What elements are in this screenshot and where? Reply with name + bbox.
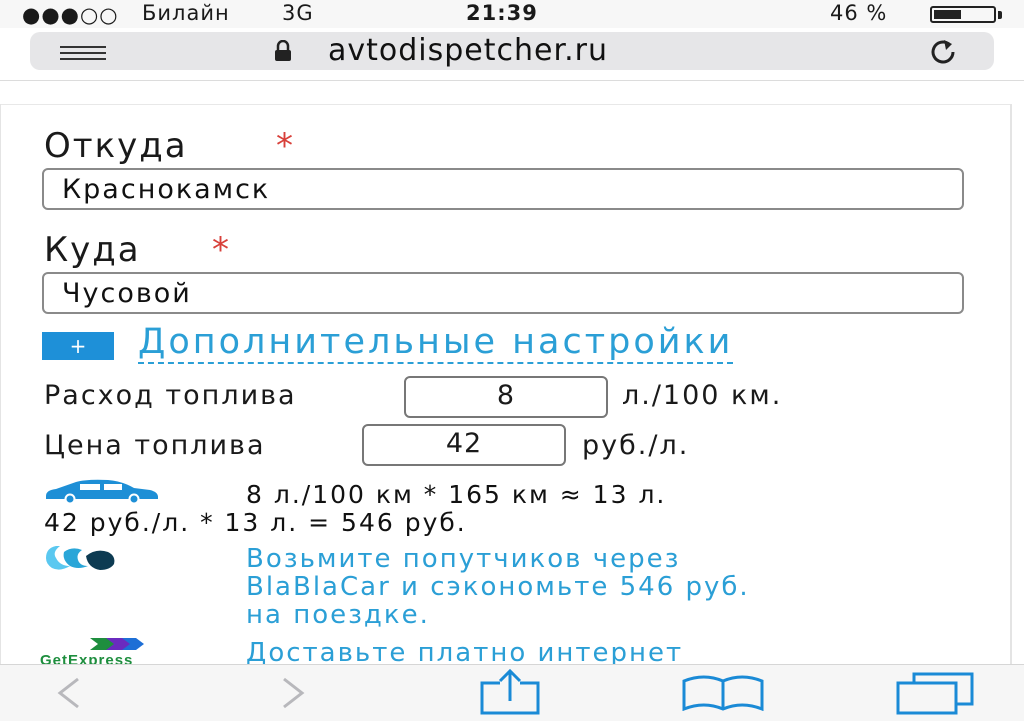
content-left-border xyxy=(0,104,1,664)
getexpress-arrows-icon xyxy=(90,638,144,650)
network-type: 3G xyxy=(282,1,314,25)
battery-tip xyxy=(998,11,1002,19)
blablacar-link-line-1[interactable]: Возьмите попутчиков через xyxy=(246,544,680,574)
signal-strength: ●●●○○ xyxy=(22,3,119,27)
fuel-price-unit: руб./л. xyxy=(582,430,690,461)
tabs-icon[interactable] xyxy=(894,671,976,715)
fuel-consumption-unit: л./100 км. xyxy=(622,380,783,411)
from-required-mark: * xyxy=(276,126,293,166)
battery-level xyxy=(934,10,961,19)
bookmarks-icon[interactable] xyxy=(680,675,766,711)
fuel-price-label: Цена топлива xyxy=(44,430,266,461)
content-top-border xyxy=(0,104,1012,105)
blablacar-icon xyxy=(46,546,115,570)
from-label: Откуда xyxy=(44,126,188,166)
reload-icon[interactable] xyxy=(926,38,960,66)
to-required-mark: * xyxy=(212,230,229,270)
url-text[interactable]: avtodispetcher.ru xyxy=(328,33,608,68)
fuel-consumption-label: Расход топлива xyxy=(44,380,297,411)
blablacar-link-line-2[interactable]: BlaBlaCar и сэкономьте 546 руб. xyxy=(246,572,750,602)
forward-icon[interactable] xyxy=(276,673,310,713)
address-bar[interactable]: avtodispetcher.ru xyxy=(30,32,994,70)
from-input[interactable]: Краснокамск xyxy=(42,168,964,210)
fuel-price-input[interactable]: 42 xyxy=(362,424,566,466)
getexpress-logo: GetExpress xyxy=(40,634,200,669)
to-label: Куда xyxy=(44,230,141,270)
advanced-settings-toggle-button[interactable]: + xyxy=(42,332,114,360)
back-icon[interactable] xyxy=(52,673,86,713)
battery-icon xyxy=(930,6,996,23)
calc-line-2: 42 руб./л. * 13 л. = 546 руб. xyxy=(44,508,467,537)
blablacar-link-line-3[interactable]: на поездке. xyxy=(246,600,430,630)
calc-line-1: 8 л./100 км * 165 км ≈ 13 л. xyxy=(246,480,667,509)
status-bar: ●●●○○ Билайн 3G 21:39 46 % xyxy=(0,0,1024,28)
share-icon[interactable] xyxy=(478,669,542,715)
car-icon xyxy=(46,479,158,504)
battery-percent: 46 % xyxy=(830,1,888,25)
fuel-consumption-input[interactable]: 8 xyxy=(404,376,608,418)
advanced-settings-link[interactable]: Дополнительные настройки xyxy=(138,322,734,364)
address-bar-divider xyxy=(0,80,1024,81)
browser-toolbar xyxy=(0,664,1024,721)
to-input[interactable]: Чусовой xyxy=(42,272,964,314)
content-right-border xyxy=(1010,104,1012,664)
clock: 21:39 xyxy=(466,1,538,25)
lock-icon xyxy=(275,40,291,61)
carrier-name: Билайн xyxy=(142,1,230,25)
menu-icon[interactable] xyxy=(60,44,106,60)
